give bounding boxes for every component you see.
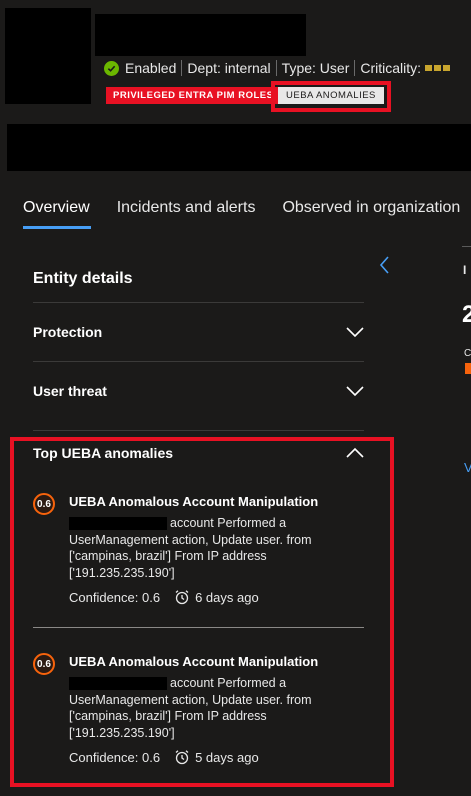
anomaly-title[interactable]: UEBA Anomalous Account Manipulation (69, 494, 318, 509)
chevron-down-icon[interactable] (346, 326, 364, 338)
age-text: 5 days ago (195, 749, 259, 765)
divider (181, 60, 183, 76)
anomaly-item[interactable]: 0.6 UEBA Anomalous Account Manipulation … (33, 493, 364, 613)
section-label: User threat (33, 383, 107, 399)
side-panel-label: I (463, 263, 467, 277)
anomaly-score-badge: 0.6 (33, 653, 55, 675)
criticality-level-indicator (425, 65, 451, 71)
avatar (5, 8, 91, 104)
chevron-left-icon[interactable] (378, 255, 392, 275)
age-text: 6 days ago (195, 589, 259, 605)
anomaly-description: account Performed a UserManagement actio… (69, 676, 312, 740)
account-name-redacted (69, 677, 167, 691)
anomaly-description: account Performed a UserManagement actio… (69, 516, 312, 580)
user-name-redacted (95, 14, 306, 56)
divider (462, 246, 471, 247)
tag-ueba-anomalies[interactable]: UEBA ANOMALIES (278, 87, 384, 104)
severity-bar (465, 363, 471, 374)
anomaly-score-badge: 0.6 (33, 493, 55, 515)
anomaly-item[interactable]: 0.6 UEBA Anomalous Account Manipulation … (33, 653, 364, 773)
tab-overview[interactable]: Overview (23, 199, 90, 217)
divider (275, 60, 277, 76)
anomaly-footer: Confidence: 0.6 5 days ago (69, 749, 259, 765)
anomaly-footer: Confidence: 0.6 6 days ago (69, 589, 259, 605)
user-meta-row: Enabled Dept: internal Type: User Critic… (104, 58, 451, 78)
section-label: Protection (33, 324, 103, 340)
confidence-text: Confidence: 0.6 (69, 589, 161, 605)
status-text: Enabled (125, 60, 177, 76)
side-panel-link[interactable]: V (464, 460, 471, 475)
criticality-label: Criticality: (360, 60, 422, 76)
tab-observed-in-organization[interactable]: Observed in organization (282, 199, 460, 217)
side-panel-count: 2 (462, 301, 471, 328)
alarm-clock-icon (175, 750, 189, 765)
tab-bar: Overview Incidents and alerts Observed i… (23, 199, 471, 217)
check-circle-icon (104, 60, 119, 76)
department-text: Dept: internal (187, 60, 271, 76)
tag-privileged-pim[interactable]: PRIVILEGED ENTRA PIM ROLES (106, 87, 281, 104)
entity-details-title: Entity details (33, 270, 133, 287)
section-top-ueba-anomalies[interactable]: Top UEBA anomalies (33, 430, 364, 474)
side-panel-caption: C (464, 348, 471, 359)
active-tab-indicator (23, 226, 91, 229)
alarm-clock-icon (175, 590, 189, 605)
type-text: Type: User (281, 60, 350, 76)
account-name-redacted (69, 517, 167, 531)
confidence-text: Confidence: 0.6 (69, 749, 161, 765)
tab-incidents-and-alerts[interactable]: Incidents and alerts (117, 199, 256, 217)
chevron-down-icon[interactable] (346, 385, 364, 397)
chevron-up-icon[interactable] (346, 447, 364, 459)
section-user-threat[interactable]: User threat (33, 361, 364, 420)
section-label: Top UEBA anomalies (33, 444, 174, 461)
info-bar-redacted (7, 124, 471, 171)
section-protection[interactable]: Protection (33, 302, 364, 361)
anomaly-title[interactable]: UEBA Anomalous Account Manipulation (69, 654, 318, 669)
divider (33, 627, 364, 628)
divider (354, 60, 356, 76)
